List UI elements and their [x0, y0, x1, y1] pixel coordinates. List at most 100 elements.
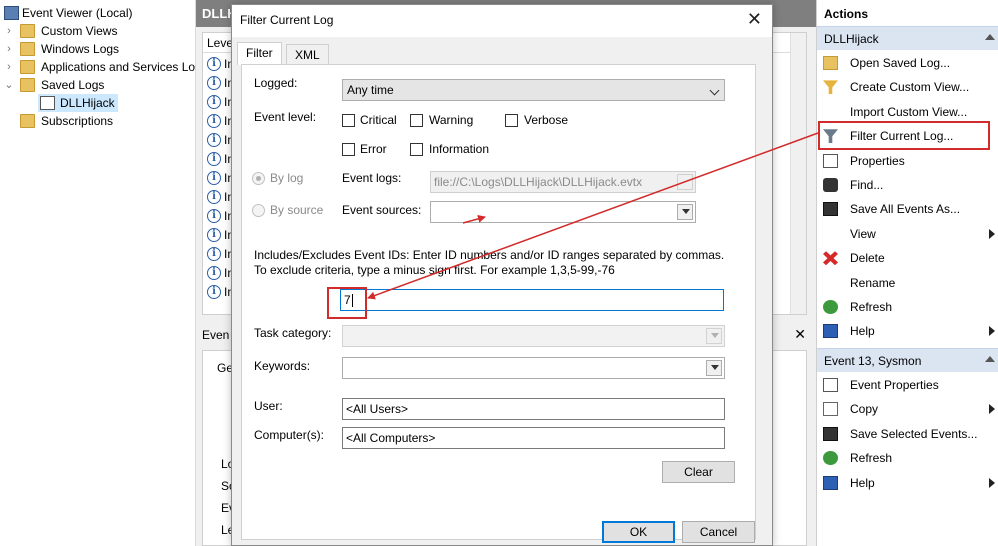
chevron-down-icon[interactable]: ⌄	[4, 76, 14, 94]
information-label: Information	[429, 142, 490, 156]
action-view[interactable]: View	[817, 223, 998, 245]
action-save-all-events-as[interactable]: Save All Events As...	[817, 198, 998, 220]
action-rename[interactable]: Rename	[817, 272, 998, 294]
help-icon	[823, 475, 838, 490]
verbose-checkbox[interactable]	[505, 114, 518, 127]
tree-item-subscriptions[interactable]: Subscriptions	[0, 112, 196, 130]
properties-icon	[823, 378, 838, 392]
information-icon: i	[207, 95, 221, 109]
clear-button[interactable]: Clear	[662, 461, 735, 483]
action-create-custom-view[interactable]: Create Custom View...	[817, 76, 998, 98]
dialog-body: Filter XML Logged: Any time Event level:…	[232, 37, 772, 545]
action-label: Save Selected Events...	[850, 426, 978, 441]
actions-section-dllhijack[interactable]: DLLHijack	[817, 26, 998, 50]
action-import-custom-view[interactable]: Import Custom View...	[817, 101, 998, 123]
copy-icon	[823, 402, 838, 417]
tree-item-label: Applications and Services Lo	[41, 60, 196, 74]
by-log-radio[interactable]	[252, 172, 265, 185]
action-save-selected-events[interactable]: Save Selected Events...	[817, 423, 998, 445]
information-icon: i	[207, 190, 221, 204]
tree-item-saved-logs[interactable]: ⌄ Saved Logs	[0, 76, 196, 94]
information-icon: i	[207, 76, 221, 90]
action-refresh[interactable]: Refresh	[817, 296, 998, 318]
action-label: Copy	[850, 402, 879, 417]
event-sources-select[interactable]	[430, 201, 696, 223]
chevron-right-icon[interactable]: ›	[4, 40, 14, 58]
action-open-saved-log[interactable]: Open Saved Log...	[817, 52, 998, 74]
collapse-icon[interactable]	[985, 356, 995, 362]
binoculars-icon	[823, 178, 838, 192]
action-help[interactable]: Help	[817, 472, 998, 494]
tree-item-custom-views[interactable]: › Custom Views	[0, 22, 196, 40]
error-label: Error	[360, 142, 387, 156]
folder-icon	[20, 78, 35, 92]
tree-item-label: DLLHijack	[60, 96, 115, 110]
information-icon: i	[207, 114, 221, 128]
event-viewer-icon	[4, 6, 19, 20]
logged-label: Logged:	[254, 76, 298, 90]
ok-button[interactable]: OK	[602, 521, 675, 543]
action-event-properties[interactable]: Event Properties	[817, 374, 998, 396]
warning-checkbox[interactable]	[410, 114, 423, 127]
event-id-input[interactable]: 7	[340, 289, 724, 311]
tree-item-dllhijack[interactable]: DLLHijack	[38, 94, 118, 112]
action-copy[interactable]: Copy	[817, 398, 998, 420]
tab-filter[interactable]: Filter	[237, 42, 282, 65]
log-picker-button[interactable]	[677, 174, 693, 190]
chevron-down-icon	[706, 328, 722, 344]
action-properties[interactable]: Properties	[817, 150, 998, 172]
console-tree: Event Viewer (Local) › Custom Views › Wi…	[0, 0, 196, 546]
tree-item-windows-logs[interactable]: › Windows Logs	[0, 40, 196, 58]
critical-checkbox[interactable]	[342, 114, 355, 127]
logged-select[interactable]: Any time	[342, 79, 725, 101]
user-value: <All Users>	[346, 402, 409, 416]
action-label: Rename	[850, 275, 896, 290]
tab-xml[interactable]: XML	[286, 44, 329, 66]
action-label: Properties	[850, 153, 905, 168]
action-label: Open Saved Log...	[850, 56, 951, 70]
help-icon	[823, 324, 838, 339]
action-label: Event Properties	[850, 378, 939, 392]
cancel-button[interactable]: Cancel	[682, 521, 755, 543]
chevron-right-icon[interactable]: ›	[4, 22, 14, 40]
computer-input[interactable]: <All Computers>	[342, 427, 725, 449]
chevron-down-icon[interactable]	[677, 204, 693, 220]
delete-x-icon	[823, 251, 838, 266]
user-input[interactable]: <All Users>	[342, 398, 725, 420]
tree-root[interactable]: Event Viewer (Local)	[0, 4, 196, 22]
collapse-icon[interactable]	[985, 34, 995, 40]
detail-close-icon[interactable]: ✕	[794, 326, 806, 343]
warning-label: Warning	[429, 113, 474, 127]
submenu-arrow-icon	[989, 477, 995, 488]
actions-section-event[interactable]: Event 13, Sysmon	[817, 348, 998, 372]
close-icon[interactable]: ✕	[747, 9, 762, 30]
action-delete[interactable]: Delete	[817, 247, 998, 269]
tree-item-apps-services[interactable]: › Applications and Services Lo	[0, 58, 196, 76]
list-scrollbar[interactable]	[790, 33, 806, 314]
action-refresh[interactable]: Refresh	[817, 447, 998, 469]
by-source-label: By source	[270, 203, 324, 217]
folder-icon	[20, 24, 35, 38]
chevron-right-icon[interactable]: ›	[4, 58, 14, 76]
keywords-select[interactable]	[342, 357, 725, 379]
chevron-down-icon[interactable]	[706, 360, 722, 376]
action-help[interactable]: Help	[817, 320, 998, 342]
logged-value: Any time	[347, 83, 394, 97]
error-checkbox[interactable]	[342, 143, 355, 156]
task-category-label: Task category:	[254, 326, 332, 340]
submenu-arrow-icon	[989, 404, 995, 415]
action-find[interactable]: Find...	[817, 174, 998, 196]
filter-panel: Logged: Any time Event level: Critical W…	[241, 64, 756, 540]
action-label: Help	[850, 475, 875, 490]
properties-icon	[823, 153, 838, 168]
keywords-label: Keywords:	[254, 359, 311, 373]
event-logs-label: Event logs:	[342, 171, 402, 185]
information-icon: i	[207, 209, 221, 223]
event-logs-field[interactable]: file://C:\Logs\DLLHijack\DLLHijack.evtx	[430, 171, 696, 193]
by-source-radio[interactable]	[252, 204, 265, 217]
task-category-select[interactable]	[342, 325, 725, 347]
information-icon: i	[207, 152, 221, 166]
dialog-title: Filter Current Log	[240, 13, 334, 27]
information-checkbox[interactable]	[410, 143, 423, 156]
actions-title: Actions	[824, 7, 869, 21]
